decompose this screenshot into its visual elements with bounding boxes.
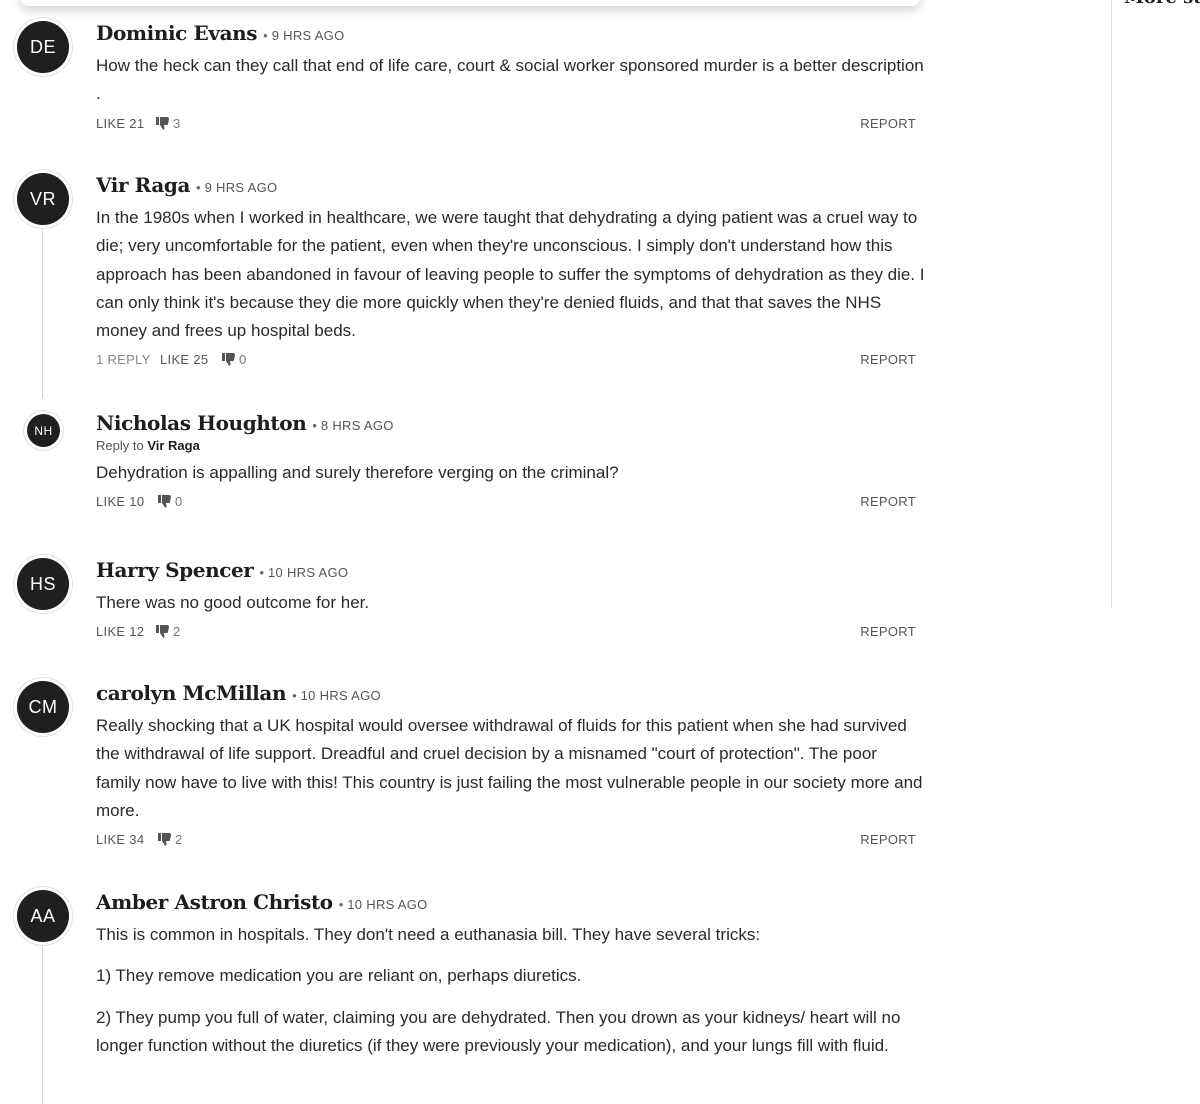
comment-author[interactable]: Harry Spencer [96, 558, 254, 582]
thumbs-down-icon [222, 353, 235, 367]
comment-meta: Dominic Evans • 9 HRS AGO [96, 21, 926, 45]
comment-author[interactable]: Dominic Evans [96, 21, 258, 45]
comment-author[interactable]: Amber Astron Christo [96, 890, 333, 914]
comment-text: 1) They remove medication you are relian… [96, 966, 582, 986]
comment-text: Dehydration is appalling and surely ther… [96, 463, 619, 482]
comment-text: Really shocking that a UK hospital would… [96, 716, 923, 820]
comment-actions: LIKE 12 2 REPORT [96, 624, 926, 642]
separator-dot: • [312, 418, 317, 433]
comment-author[interactable]: Nicholas Houghton [96, 411, 307, 435]
like-button[interactable]: LIKE 21 [96, 116, 144, 131]
dislike-button[interactable]: 0 [158, 494, 183, 509]
like-button[interactable]: LIKE 25 [160, 352, 208, 367]
reply-to-author[interactable]: Vir Raga [147, 438, 200, 453]
reply-comment: Nicholas Houghton • 8 HRS AGO Reply to V… [96, 411, 926, 512]
comment-text: How the heck can they call that end of l… [96, 56, 924, 104]
comment-actions: LIKE 21 3 REPORT [96, 116, 926, 134]
dislike-count: 2 [175, 832, 183, 848]
comment-body: In the 1980s when I worked in healthcare… [96, 204, 926, 345]
header-shadow [20, 0, 920, 6]
dislike-count: 2 [173, 624, 181, 640]
comment-text: There was no good outcome for her. [96, 593, 370, 612]
replies-button[interactable]: 1 REPLY [96, 352, 151, 367]
report-button[interactable]: REPORT [860, 352, 916, 367]
comment-time: 9 HRS AGO [271, 28, 345, 43]
avatar[interactable]: DE [17, 21, 69, 73]
like-button[interactable]: LIKE 12 [96, 624, 144, 639]
avatar[interactable]: HS [17, 558, 69, 610]
thumbs-down-icon [156, 116, 169, 130]
dislike-count: 3 [173, 115, 181, 131]
dislike-button[interactable]: 3 [156, 116, 181, 131]
dislike-count: 0 [239, 352, 247, 368]
comment: Harry Spencer • 10 HRS AGO There was no … [96, 558, 926, 642]
sidebar-divider [1111, 0, 1112, 608]
comment-meta: Amber Astron Christo • 10 HRS AGO [96, 890, 926, 914]
comment-author[interactable]: Vir Raga [96, 173, 190, 197]
dislike-button[interactable]: 0 [222, 352, 247, 367]
comment-time: 10 HRS AGO [300, 688, 381, 703]
thread-line [42, 944, 43, 1104]
dislike-button[interactable]: 2 [158, 832, 183, 847]
comment-actions: LIKE 34 2 REPORT [96, 832, 926, 850]
thumbs-down-icon [158, 495, 171, 508]
comment: Dominic Evans • 9 HRS AGO How the heck c… [96, 21, 926, 134]
avatar[interactable]: CM [17, 681, 69, 733]
like-button[interactable]: LIKE 10 [96, 494, 144, 509]
avatar[interactable]: VR [17, 173, 69, 225]
comment-actions: LIKE 10 0 REPORT [96, 494, 926, 512]
comment-text: In the 1980s when I worked in healthcare… [96, 208, 925, 341]
report-button[interactable]: REPORT [860, 624, 916, 639]
dislike-button[interactable]: 2 [156, 624, 181, 639]
comment-body: There was no good outcome for her. [96, 589, 926, 617]
comment: carolyn McMillan • 10 HRS AGO Really sho… [96, 681, 926, 850]
comment-body: This is common in hospitals. They don't … [96, 921, 926, 1060]
thread-line [42, 228, 43, 398]
reply-to: Reply to Vir Raga [96, 438, 926, 453]
thumbs-down-icon [158, 833, 171, 846]
separator-dot: • [263, 28, 268, 43]
comment-meta: Harry Spencer • 10 HRS AGO [96, 558, 926, 582]
separator-dot: • [338, 897, 344, 912]
comment-meta: carolyn McMillan • 10 HRS AGO [96, 681, 926, 705]
comment: Amber Astron Christo • 10 HRS AGO This i… [96, 890, 926, 1060]
comment-text: 2) They pump you full of water, claiming… [96, 1007, 901, 1055]
comment-time: 10 HRS AGO [347, 897, 428, 912]
comment: Vir Raga • 9 HRS AGO In the 1980s when I… [96, 173, 926, 370]
comment-meta: Vir Raga • 9 HRS AGO [96, 173, 926, 197]
comment-actions: 1 REPLY LIKE 25 0 REPORT [96, 352, 926, 370]
comment-time: 8 HRS AGO [320, 418, 394, 433]
comment-body: Really shocking that a UK hospital would… [96, 712, 926, 825]
separator-dot: • [196, 180, 201, 195]
comment-body: Dehydration is appalling and surely ther… [96, 459, 926, 487]
report-button[interactable]: REPORT [860, 832, 916, 847]
avatar[interactable]: AA [17, 890, 69, 942]
comment-text: This is common in hospitals. They don't … [96, 925, 761, 944]
comment-body: How the heck can they call that end of l… [96, 52, 926, 109]
comment-time: 9 HRS AGO [204, 180, 278, 195]
thumbs-down-icon [156, 625, 169, 638]
report-button[interactable]: REPORT [860, 494, 916, 509]
separator-dot: • [259, 565, 265, 580]
avatar[interactable]: NH [27, 414, 60, 447]
reply-to-prefix: Reply to [96, 438, 144, 453]
comment-author[interactable]: carolyn McMillan [96, 681, 286, 705]
report-button[interactable]: REPORT [860, 116, 916, 131]
dislike-count: 0 [175, 494, 183, 510]
comment-time: 10 HRS AGO [268, 565, 349, 580]
like-button[interactable]: LIKE 34 [96, 832, 144, 847]
sidebar-heading: More stories [1124, 0, 1200, 8]
separator-dot: • [292, 688, 297, 703]
comment-meta: Nicholas Houghton • 8 HRS AGO [96, 411, 926, 435]
